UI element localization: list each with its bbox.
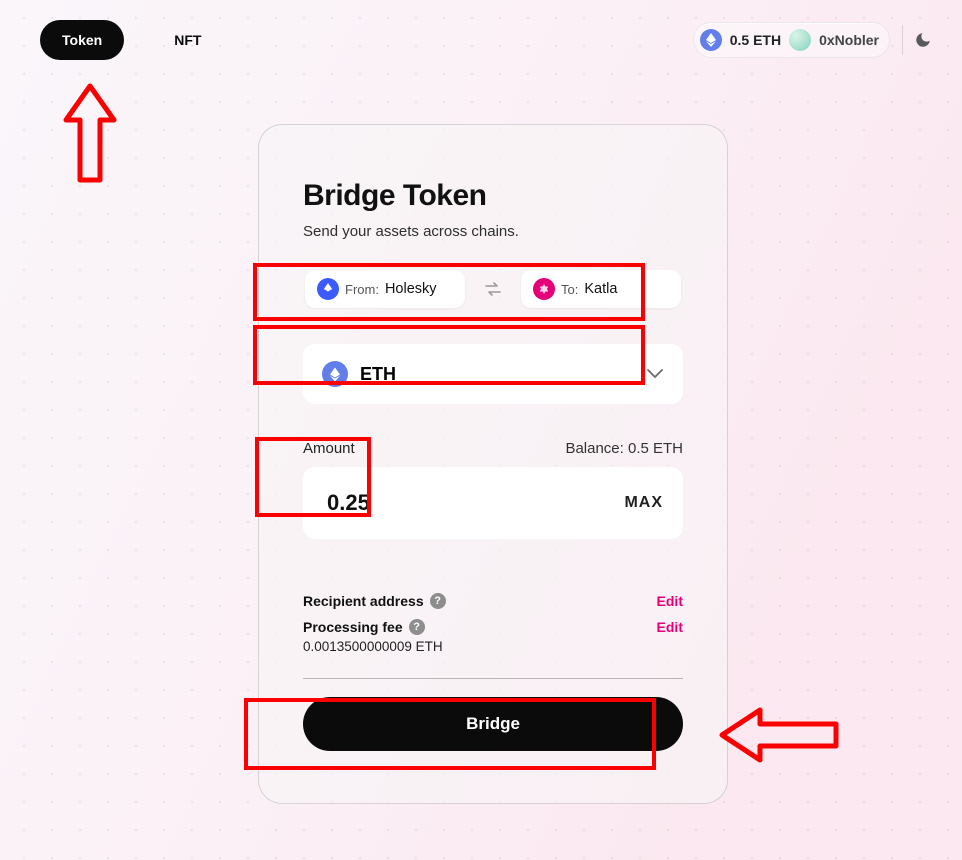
token-select[interactable]: ETH xyxy=(303,344,683,404)
wallet-area: 0.5 ETH 0xNobler xyxy=(693,22,932,58)
from-chain-value: Holesky xyxy=(385,281,437,297)
chain-selector-row: From: Holesky To: Katla xyxy=(303,268,683,310)
to-chain-select[interactable]: To: Katla xyxy=(521,270,681,308)
balance-label: Balance: 0.5 ETH xyxy=(565,440,683,457)
avatar xyxy=(789,29,811,51)
page-subtitle: Send your assets across chains. xyxy=(303,223,683,240)
amount-label: Amount xyxy=(303,440,355,457)
bridge-card: Bridge Token Send your assets across cha… xyxy=(258,124,728,804)
edit-fee-link[interactable]: Edit xyxy=(657,619,683,635)
max-button[interactable]: MAX xyxy=(624,494,663,512)
help-icon[interactable]: ? xyxy=(409,619,425,635)
bridge-button[interactable]: Bridge xyxy=(303,697,683,751)
page-title: Bridge Token xyxy=(303,179,683,213)
to-label: To: xyxy=(561,282,578,297)
processing-fee-text: Processing fee xyxy=(303,619,403,635)
tab-token[interactable]: Token xyxy=(40,20,124,60)
annotation-arrow-left xyxy=(714,702,844,768)
separator xyxy=(303,678,683,679)
recipient-label-text: Recipient address xyxy=(303,593,424,609)
ethereum-icon xyxy=(322,361,348,387)
swap-chains-button[interactable] xyxy=(479,275,507,303)
fee-value: 0.0013500000009 ETH xyxy=(303,639,683,654)
amount-input[interactable]: 0.25 MAX xyxy=(303,467,683,539)
edit-recipient-link[interactable]: Edit xyxy=(657,593,683,609)
to-chain-value: Katla xyxy=(584,281,617,297)
topbar: Token NFT 0.5 ETH 0xNobler xyxy=(40,20,932,60)
amount-value: 0.25 xyxy=(303,467,394,539)
holesky-icon xyxy=(317,278,339,300)
amount-header: Amount Balance: 0.5 ETH xyxy=(303,440,683,457)
tab-nft[interactable]: NFT xyxy=(152,20,223,60)
tabs: Token NFT xyxy=(40,20,223,60)
wallet-button[interactable]: 0.5 ETH 0xNobler xyxy=(693,22,890,58)
annotation-arrow-up xyxy=(60,78,120,188)
from-chain-select[interactable]: From: Holesky xyxy=(305,270,465,308)
wallet-username: 0xNobler xyxy=(819,32,879,48)
token-symbol: ETH xyxy=(360,364,396,385)
meta-section: Recipient address ? Edit Processing fee … xyxy=(303,593,683,654)
recipient-row: Recipient address ? Edit xyxy=(303,593,683,609)
from-label: From: xyxy=(345,282,379,297)
katla-icon xyxy=(533,278,555,300)
help-icon[interactable]: ? xyxy=(430,593,446,609)
wallet-balance: 0.5 ETH xyxy=(730,32,781,48)
moon-icon xyxy=(914,31,932,49)
fee-row: Processing fee ? Edit xyxy=(303,619,683,635)
ethereum-icon xyxy=(700,29,722,51)
chevron-down-icon xyxy=(646,367,664,381)
theme-toggle[interactable] xyxy=(902,25,932,55)
recipient-label: Recipient address ? xyxy=(303,593,446,609)
processing-fee-label: Processing fee ? xyxy=(303,619,425,635)
swap-icon xyxy=(484,282,502,296)
